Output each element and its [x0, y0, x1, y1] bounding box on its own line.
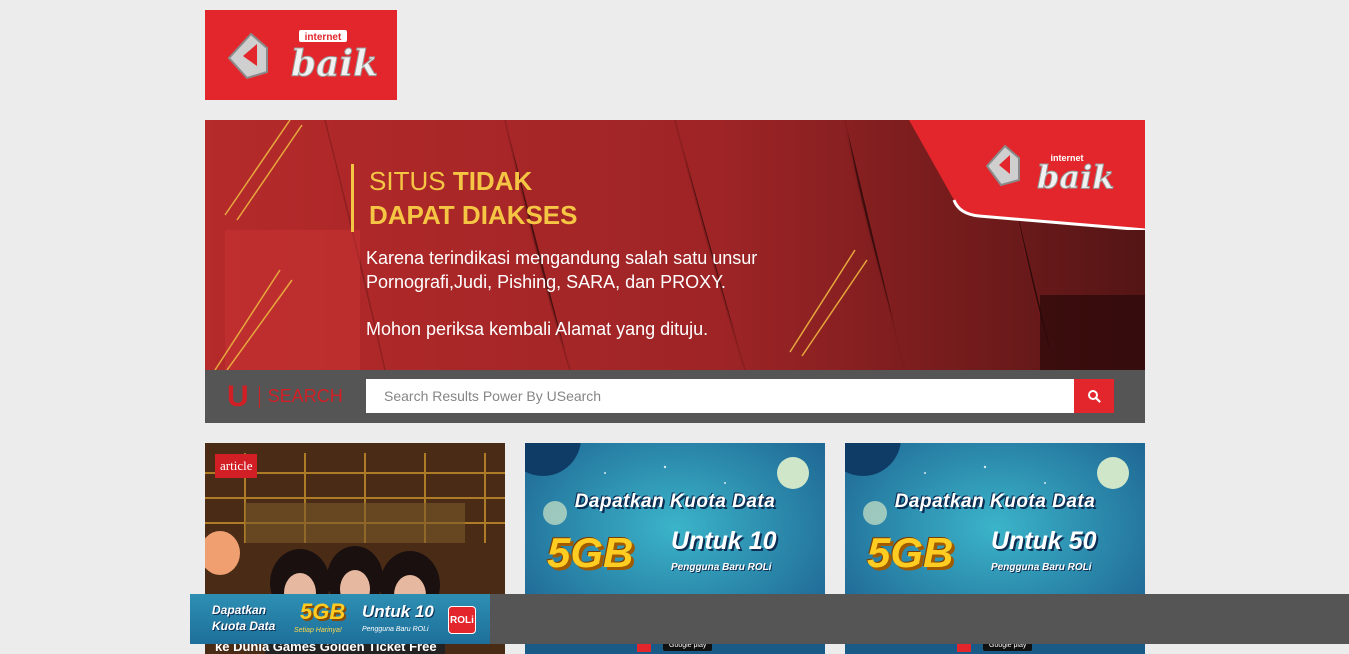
promo-sub: Pengguna Baru ROLi: [991, 562, 1092, 573]
usearch-brand[interactable]: U SEARCH: [227, 380, 343, 413]
promo-gb: 5GB: [867, 529, 954, 576]
promo-untuk: Untuk 50: [991, 527, 1097, 555]
banner-description: Karena terindikasi mengandung salah satu…: [366, 246, 836, 364]
bottom-ad-gb-sub: Setiap Harinya!: [294, 627, 342, 634]
search-icon: [1088, 390, 1101, 403]
bottom-ad-headline: Dapatkan Kuota Data: [212, 602, 275, 634]
promo-sub: Pengguna Baru ROLi: [671, 562, 772, 573]
promo-untuk: Untuk 10: [671, 527, 777, 555]
article-badge: article: [215, 454, 258, 478]
bottom-ad-sub: Pengguna Baru ROLi: [362, 626, 429, 633]
banner-logo-corner: internet baik: [909, 120, 1145, 230]
promo-title: Dapatkan Kuota Data: [894, 491, 1096, 512]
search-bar: U SEARCH: [205, 370, 1145, 423]
blocked-site-banner: internet baik SITUS TIDAK DAPAT DIAKSES …: [205, 120, 1145, 370]
banner-logo-large-text: baik: [1037, 158, 1114, 196]
block-instruction: Mohon periksa kembali Alamat yang dituju…: [366, 319, 709, 339]
usearch-u-logo: U: [227, 379, 249, 413]
headline-bold-2: DAPAT DIAKSES: [369, 200, 578, 230]
bottom-ad-gb: 5GB: [300, 599, 346, 624]
logo-small-text: internet: [305, 32, 342, 43]
promo-gb: 5GB: [547, 529, 634, 576]
logo-large-text: baik: [291, 43, 378, 85]
search-input[interactable]: [366, 379, 1092, 413]
promo-title: Dapatkan Kuota Data: [574, 491, 776, 512]
block-reason: Karena terindikasi mengandung salah satu…: [366, 248, 758, 292]
headline-bold-1: TIDAK: [452, 166, 533, 196]
internet-baik-logo[interactable]: internet baik: [205, 10, 397, 100]
bottom-ad-untuk: Untuk 10: [362, 602, 434, 621]
bottom-ad-line1: Dapatkan: [212, 603, 267, 617]
brand-divider: [258, 385, 260, 408]
search-button[interactable]: [1074, 379, 1114, 413]
roli-app-icon: ROLi: [448, 606, 476, 634]
headline-normal: SITUS: [369, 166, 446, 196]
bottom-ad-line2: Kuota Data: [212, 619, 276, 633]
usearch-brand-label: SEARCH: [267, 386, 343, 406]
bottom-ad-banner[interactable]: Dapatkan Kuota Data 5GB Setiap Harinya! …: [190, 594, 490, 644]
logo-emblem-icon: internet baik: [227, 30, 379, 86]
banner-headline: SITUS TIDAK DAPAT DIAKSES: [351, 164, 578, 232]
